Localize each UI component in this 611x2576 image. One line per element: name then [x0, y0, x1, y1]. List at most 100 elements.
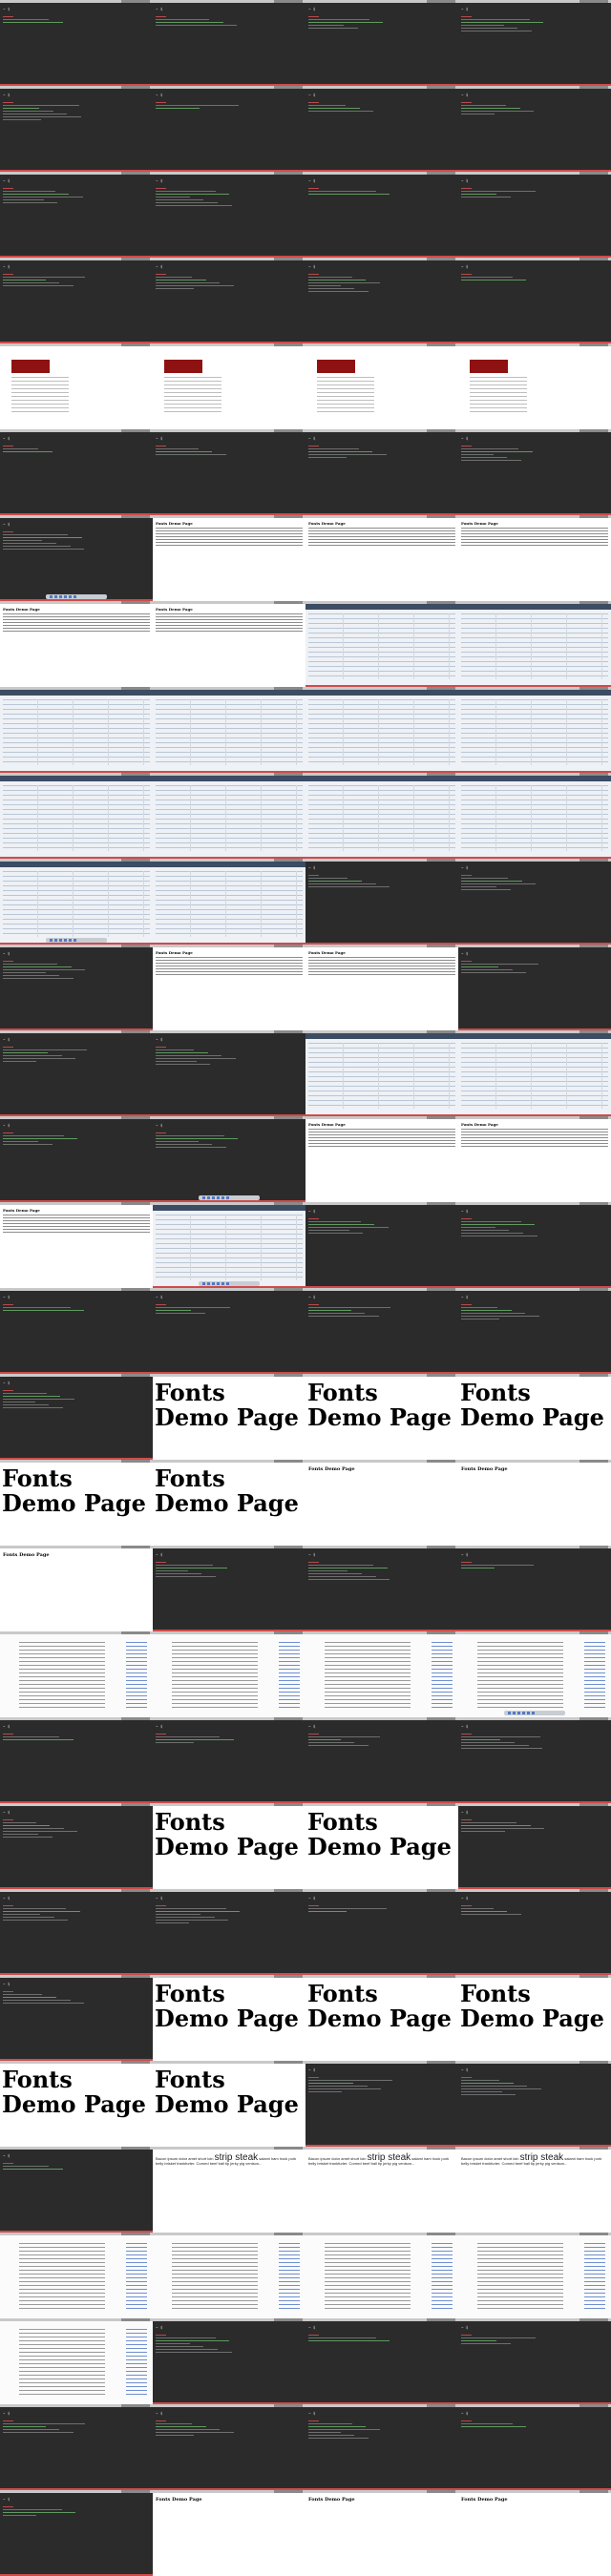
tile-content — [153, 1205, 306, 1288]
fonts-demo-heading: Fonts Demo Page — [156, 2497, 202, 2503]
thumbnail-tile: ~ $ — [153, 1030, 306, 1116]
dashboard-grid — [461, 699, 608, 765]
thumbnail-tile: ~ $ — [0, 515, 153, 601]
paragraph-block — [308, 1129, 455, 1148]
terminal-output — [156, 1131, 263, 1150]
terminal-prompt: ~ $ — [156, 178, 163, 183]
thumbnail-tile: ~ $ — [306, 2061, 458, 2147]
terminal-output — [3, 1388, 110, 1410]
tile-content: Fonts Demo Page — [153, 518, 306, 601]
tile-content: Fonts Demo Page — [458, 1377, 611, 1460]
tile-content: ~ $ — [153, 1892, 306, 1975]
tile-content: Fonts Demo Page — [306, 1806, 458, 1889]
thumbnail-tile: ~ $ — [306, 859, 458, 945]
tile-content: ~ $ — [153, 1720, 306, 1803]
content-column — [317, 377, 374, 415]
tile-content: Fonts Demo Page — [153, 604, 306, 687]
terminal-output — [461, 1903, 568, 1917]
thumbnail-tile: Fonts Demo Page — [306, 515, 458, 601]
tile-content: Fonts Demo Page — [306, 1377, 458, 1460]
tile-content: ~ $ — [0, 3, 153, 86]
thumbnail-tile: ~ $ — [0, 1374, 153, 1460]
dock[interactable] — [504, 1711, 565, 1715]
tile-content — [458, 1033, 611, 1116]
terminal-prompt: ~ $ — [3, 2411, 11, 2416]
terminal-output — [461, 1216, 568, 1238]
terminal-prompt: ~ $ — [156, 264, 163, 269]
tile-content — [0, 2235, 153, 2318]
terminal-prompt: ~ $ — [461, 1810, 469, 1815]
thumbnail-tile: ~ $ — [306, 2318, 458, 2404]
tile-content: ~ $ — [458, 1892, 611, 1975]
terminal-prompt: ~ $ — [308, 2411, 316, 2416]
dashboard-grid — [3, 871, 150, 937]
tile-content: ~ $ — [306, 1548, 458, 1631]
dashboard-header — [153, 690, 306, 696]
tile-content: ~ $ — [0, 2493, 153, 2576]
thumbnail-tile — [0, 1631, 153, 1717]
tile-content: ~ $ — [306, 1291, 458, 1374]
terminal-output — [3, 186, 110, 205]
thumbnail-tile: ~ $ — [458, 945, 611, 1030]
tile-content — [458, 346, 611, 429]
fonts-demo-heading: Fonts Demo Page — [461, 2497, 508, 2503]
fonts-demo-heading: Fonts Demo Page — [155, 1980, 299, 2032]
terminal-prompt: ~ $ — [461, 951, 469, 956]
fonts-demo-heading: Fonts Demo Page — [2, 1465, 146, 1517]
terminal-prompt: ~ $ — [308, 436, 316, 441]
tile-content: ~ $ — [153, 432, 306, 515]
page-heading: Fonts Demo Page — [156, 607, 193, 612]
thumbnail-tile: ~ $ — [0, 945, 153, 1030]
thumbnail-tile: ~ $ — [0, 1717, 153, 1803]
thumbnail-tile: ~ $ — [0, 1889, 153, 1975]
terminal-prompt: ~ $ — [3, 264, 11, 269]
thumbnail-tile — [458, 773, 611, 859]
thumbnail-tile — [153, 2233, 306, 2318]
thumbnail-tile: Fonts Demo Page — [153, 515, 306, 601]
tile-content — [0, 2321, 153, 2404]
thumbnail-tile: Fonts Demo Page — [458, 1374, 611, 1460]
tile-content: ~ $ — [0, 432, 153, 515]
thumbnail-tile: ~ $ — [306, 1202, 458, 1288]
thumbnail-tile: ~ $ — [306, 1889, 458, 1975]
terminal-prompt: ~ $ — [3, 1810, 11, 1815]
tile-content: ~ $ — [458, 1205, 611, 1288]
terminal-output — [156, 272, 263, 291]
tile-content: Fonts Demo Page — [0, 1205, 153, 1288]
terminal-prompt: ~ $ — [156, 1724, 163, 1729]
site-banner — [164, 360, 202, 373]
tile-content: ~ $ — [153, 260, 306, 343]
tile-content: ~ $ — [458, 260, 611, 343]
thumbnail-tile: Fonts Demo Page — [306, 1116, 458, 1202]
thumbnail-tile: ~ $ — [458, 258, 611, 343]
tile-content: Fonts Demo Page — [0, 1548, 153, 1631]
tile-content: Fonts Demo Page — [306, 1119, 458, 1202]
tile-content: Fonts Demo Page — [306, 2493, 458, 2576]
page-heading: Fonts Demo Page — [308, 950, 346, 955]
thumbnail-tile — [153, 1631, 306, 1717]
tile-content — [306, 604, 458, 687]
page-heading: Fonts Demo Page — [461, 1122, 498, 1127]
terminal-prompt: ~ $ — [3, 1724, 11, 1729]
page-heading: Fonts Demo Page — [308, 1122, 346, 1127]
tile-content — [458, 776, 611, 859]
thumbnail-tile: ~ $ — [306, 258, 458, 343]
tile-content: Fonts Demo Page — [458, 1463, 611, 1546]
thumbnail-tile: ~ $ — [458, 859, 611, 945]
page-heading: Fonts Demo Page — [156, 950, 193, 955]
thumbnail-tile — [153, 773, 306, 859]
terminal-prompt: ~ $ — [308, 93, 316, 97]
tile-content: Fonts Demo Page — [153, 2064, 306, 2147]
terminal-output — [308, 1732, 415, 1748]
article-text: Bacon ipsum dolor amet short loin strip … — [461, 2153, 608, 2167]
fonts-demo-heading: Fonts Demo Page — [307, 1379, 452, 1431]
terminal-output — [3, 1302, 110, 1313]
tile-content: Fonts Demo Page — [458, 1119, 611, 1202]
paragraph-block — [461, 1129, 608, 1148]
tile-content: Bacon ipsum dolor amet short loin strip … — [458, 2150, 611, 2233]
thumbnail-tile: Bacon ipsum dolor amet short loin strip … — [306, 2147, 458, 2233]
paragraph-block — [156, 613, 303, 633]
terminal-output — [461, 2075, 568, 2097]
thumbnail-tile — [153, 1202, 306, 1288]
thumbnail-tile: ~ $ — [0, 1975, 153, 2061]
